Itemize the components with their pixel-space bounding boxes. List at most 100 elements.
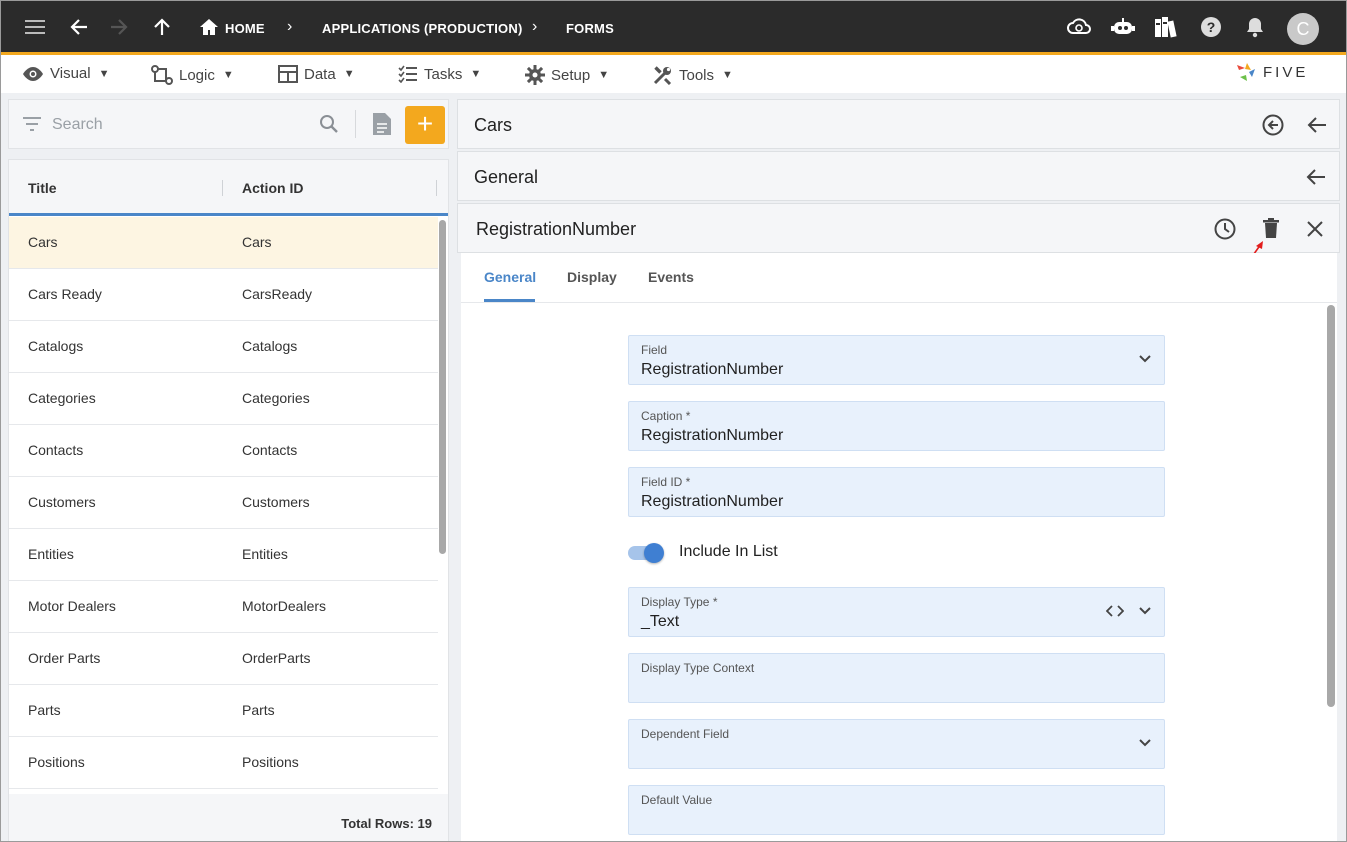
chevron-down-icon[interactable]	[1138, 604, 1152, 618]
table-row[interactable]: Motor Dealers MotorDealers	[9, 581, 438, 633]
five-logo-text: FIVE	[1263, 63, 1309, 81]
default-value-label: Default Value	[641, 793, 713, 807]
history-clock-icon[interactable]	[1213, 217, 1237, 241]
display-type-context-field[interactable]: Display Type Context	[628, 653, 1165, 703]
forward-arrow-icon[interactable]	[107, 15, 131, 39]
row-title: Entities	[28, 546, 74, 562]
form-title: Cars	[474, 115, 513, 135]
include-in-list-label: Include In List	[679, 543, 778, 560]
search-input[interactable]: Search	[52, 116, 103, 134]
document-icon[interactable]	[372, 112, 392, 136]
five-logo: FIVE	[1235, 61, 1308, 83]
field-id-value: RegistrationNumber	[641, 493, 784, 510]
svg-text:?: ?	[1207, 19, 1216, 35]
cloud-sync-icon[interactable]	[1067, 15, 1091, 39]
library-books-icon[interactable]	[1154, 15, 1178, 39]
back-arrow-icon[interactable]	[67, 15, 91, 39]
display-type-select[interactable]: Display Type * _Text	[628, 587, 1165, 637]
table-row[interactable]: Positions Positions	[9, 737, 438, 789]
code-brackets-icon[interactable]	[1106, 604, 1124, 618]
menu-logic[interactable]: Logic ▼	[151, 65, 234, 85]
breadcrumb-applications[interactable]: APPLICATIONS (PRODUCTION)	[322, 21, 522, 36]
default-value-field[interactable]: Default Value	[628, 785, 1165, 835]
tab-general[interactable]: General	[484, 269, 536, 285]
menu-logic-label: Logic	[179, 66, 215, 84]
table-row[interactable]: Cars Cars	[9, 217, 438, 269]
column-resize-handle[interactable]	[222, 180, 223, 196]
total-rows: Total Rows: 19	[341, 816, 432, 831]
column-resize-handle[interactable]	[436, 180, 437, 196]
row-action-id: CarsReady	[242, 286, 313, 302]
table-row[interactable]: Cars Ready CarsReady	[9, 269, 438, 321]
field-tabs: General Display Events	[461, 253, 1337, 303]
tab-events[interactable]: Events	[648, 269, 694, 285]
table-row[interactable]: Entities Entities	[9, 529, 438, 581]
gear-icon	[525, 65, 545, 85]
back-arrow-icon[interactable]	[1304, 165, 1328, 189]
include-in-list-toggle[interactable]	[628, 543, 668, 563]
column-header-title[interactable]: Title	[28, 180, 57, 196]
dependent-field-select[interactable]: Dependent Field	[628, 719, 1165, 769]
home-icon[interactable]	[197, 15, 221, 39]
add-button[interactable]: +	[405, 106, 445, 144]
delete-trash-icon[interactable]	[1259, 216, 1283, 240]
row-title: Categories	[28, 390, 96, 406]
help-icon[interactable]: ?	[1199, 15, 1223, 39]
breadcrumb-forms[interactable]: FORMS	[566, 21, 614, 36]
table-row[interactable]: Contacts Contacts	[9, 425, 438, 477]
back-arrow-icon[interactable]	[1305, 113, 1329, 137]
table-row[interactable]: Catalogs Catalogs	[9, 321, 438, 373]
menu-tools[interactable]: Tools ▼	[653, 65, 733, 85]
toggle-knob	[644, 543, 664, 563]
exit-circle-icon[interactable]	[1261, 113, 1285, 137]
row-title: Order Parts	[28, 650, 101, 666]
section-header-panel: General	[457, 151, 1340, 201]
breadcrumb-separator-icon: ›	[532, 18, 538, 35]
dropdown-caret-icon: ▼	[722, 69, 733, 81]
tab-display[interactable]: Display	[567, 269, 617, 285]
column-header-action-id[interactable]: Action ID	[242, 180, 303, 196]
checklist-icon	[398, 65, 417, 83]
field-label: Field	[641, 343, 668, 357]
chatbot-icon[interactable]	[1111, 15, 1135, 39]
menu-data-label: Data	[304, 65, 336, 83]
form-scrollbar[interactable]	[1327, 305, 1335, 707]
table-grid-icon	[278, 65, 298, 83]
menu-tasks[interactable]: Tasks ▼	[398, 65, 481, 83]
table-row[interactable]: Parts Parts	[9, 685, 438, 737]
filter-icon[interactable]	[22, 116, 42, 132]
dropdown-caret-icon: ▼	[470, 68, 482, 80]
hamburger-menu-icon[interactable]	[23, 15, 47, 39]
field-select[interactable]: Field RegistrationNumber	[628, 335, 1165, 385]
row-title: Cars Ready	[28, 286, 102, 302]
breadcrumb-separator-icon: ›	[287, 18, 293, 35]
up-arrow-icon[interactable]	[150, 15, 174, 39]
chevron-down-icon[interactable]	[1138, 736, 1152, 750]
menu-tasks-label: Tasks	[424, 65, 463, 83]
row-action-id: Contacts	[242, 442, 298, 458]
menu-tools-label: Tools	[679, 66, 715, 84]
toolbar-divider	[355, 110, 356, 138]
row-action-id: Positions	[242, 754, 299, 770]
list-footer: Total Rows: 19	[9, 794, 448, 841]
caption-field[interactable]: Caption * RegistrationNumber	[628, 401, 1165, 451]
field-title: RegistrationNumber	[476, 219, 637, 239]
row-title: Customers	[28, 494, 96, 510]
menu-data[interactable]: Data ▼	[278, 65, 355, 83]
chevron-down-icon[interactable]	[1138, 352, 1152, 366]
table-row[interactable]: Customers Customers	[9, 477, 438, 529]
menu-visual[interactable]: Visual ▼	[22, 65, 109, 82]
table-row[interactable]: Order Parts OrderParts	[9, 633, 438, 685]
close-icon[interactable]	[1303, 217, 1327, 241]
eye-icon	[23, 66, 43, 81]
table-row[interactable]: Categories Categories	[9, 373, 438, 425]
row-title: Positions	[28, 754, 85, 770]
search-icon[interactable]	[319, 114, 339, 134]
list-scrollbar[interactable]	[439, 220, 446, 554]
field-id-field[interactable]: Field ID * RegistrationNumber	[628, 467, 1165, 517]
field-id-label: Field ID *	[641, 475, 691, 489]
menu-setup[interactable]: Setup ▼	[525, 65, 609, 85]
user-avatar[interactable]: C	[1287, 13, 1319, 45]
breadcrumb-home[interactable]: HOME	[225, 21, 265, 36]
notifications-bell-icon[interactable]	[1243, 15, 1267, 39]
